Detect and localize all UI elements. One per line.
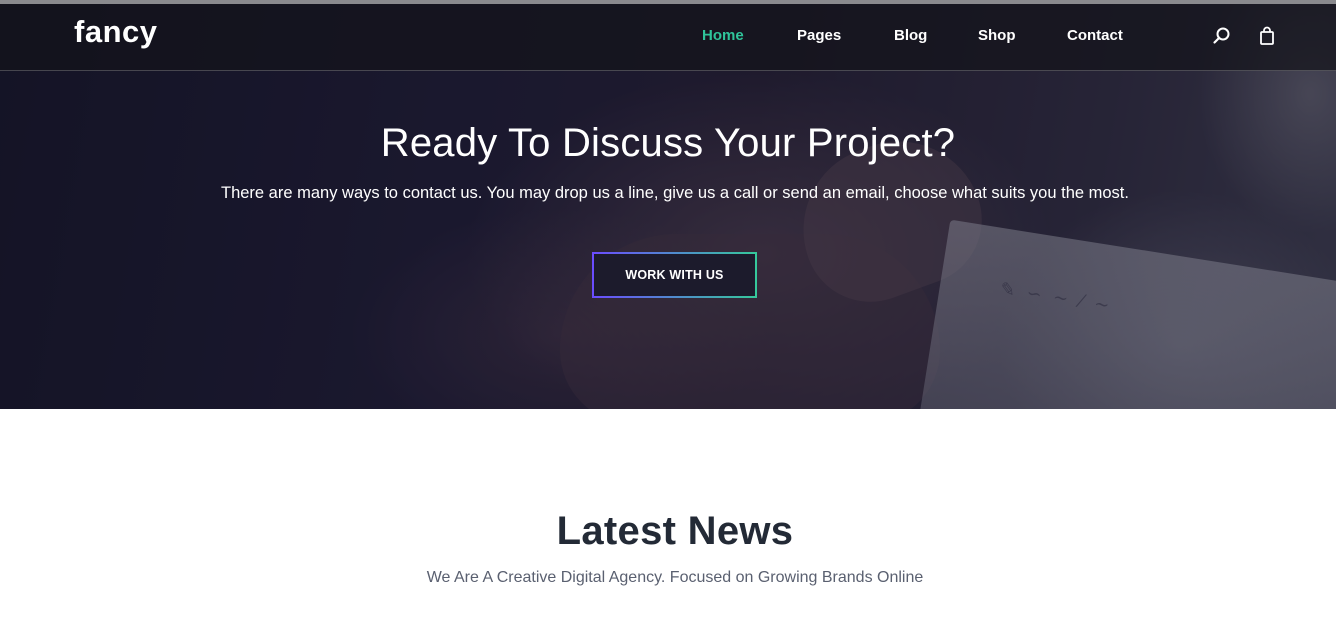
hero-title: Ready To Discuss Your Project? <box>380 121 956 165</box>
navbar: fancy Home Pages Blog Shop Contact <box>0 4 1336 71</box>
nav-item-home[interactable]: Home <box>702 27 744 44</box>
news-subtitle: We Are A Creative Digital Agency. Focuse… <box>426 569 924 586</box>
work-with-us-button[interactable]: WORK WITH US <box>592 252 757 298</box>
news-title: Latest News <box>556 509 794 553</box>
nav-item-shop[interactable]: Shop <box>978 27 1016 44</box>
shopping-bag-icon[interactable] <box>1257 26 1277 46</box>
hero-subtitle: There are many ways to contact us. You m… <box>221 184 1129 202</box>
main-nav: Home Pages Blog Shop Contact <box>0 27 1336 47</box>
nav-item-pages[interactable]: Pages <box>797 27 841 44</box>
nav-item-contact[interactable]: Contact <box>1067 27 1123 44</box>
nav-item-blog[interactable]: Blog <box>894 27 927 44</box>
search-icon[interactable] <box>1212 26 1232 46</box>
hero-section: ✎ ∽ ~ ⁄ ∼ fancy Home Pages Blog Shop Con… <box>0 4 1336 409</box>
